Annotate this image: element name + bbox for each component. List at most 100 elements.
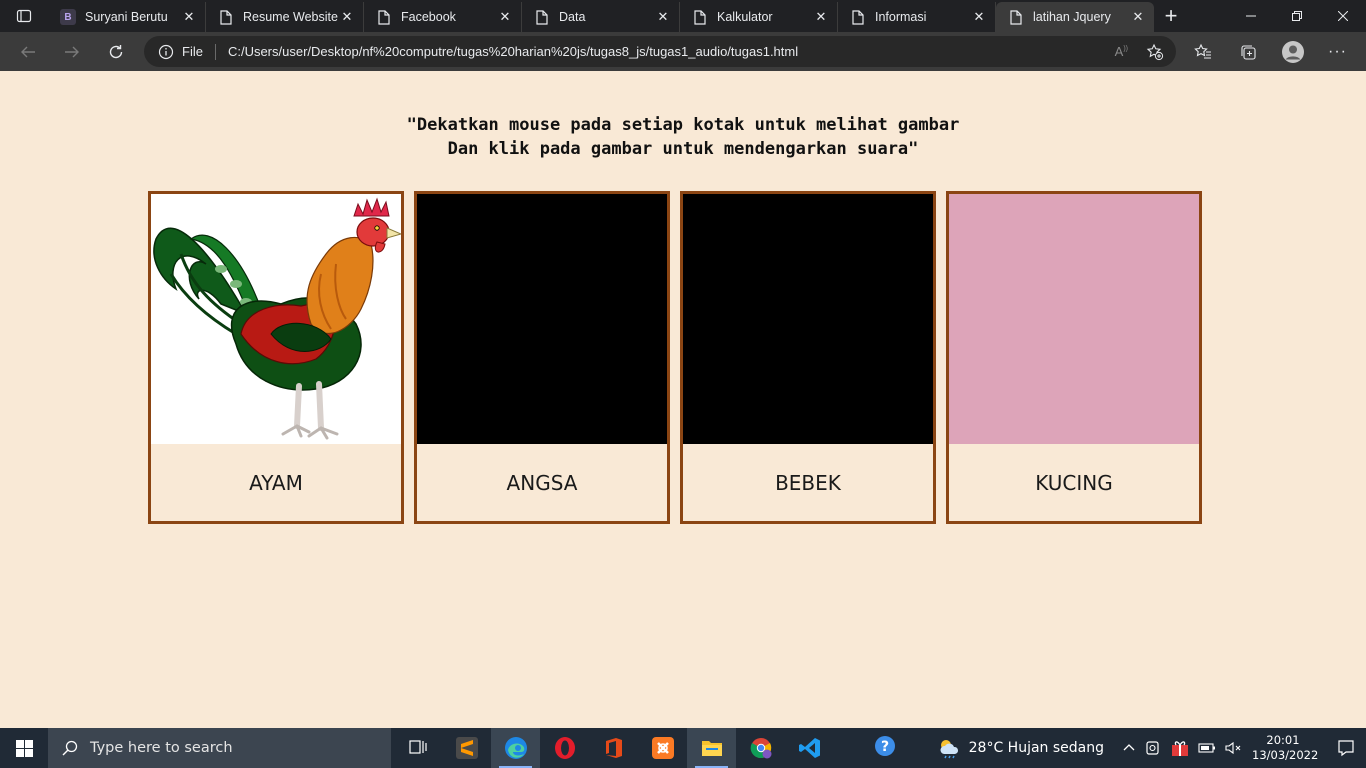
toolbar-right-actions: ··· <box>1180 32 1360 71</box>
tab-suryani-berutu[interactable]: B Suryani Berutu ✕ <box>48 2 206 32</box>
close-icon[interactable]: ✕ <box>813 9 829 25</box>
weather-widget[interactable]: 28°C Hujan sedang <box>937 737 1104 759</box>
info-icon[interactable] <box>158 44 174 60</box>
tab-latihan-jquery[interactable]: latihan Jquery ✕ <box>996 2 1154 32</box>
instruction-line-2: Dan klik pada gambar untuk mendengarkan … <box>447 139 919 159</box>
volume-muted-icon[interactable] <box>1224 741 1242 755</box>
favorites-icon <box>1193 43 1211 59</box>
clock-time: 20:01 <box>1266 733 1300 747</box>
page-icon <box>376 9 392 25</box>
sublime-text-app[interactable] <box>442 728 491 768</box>
search-placeholder: Type here to search <box>90 740 233 756</box>
minimize-button[interactable] <box>1228 0 1274 32</box>
card-label: AYAM <box>249 470 303 495</box>
address-bar-actions: A)) <box>1115 43 1176 61</box>
tab-list: B Suryani Berutu ✕ Resume Website ✕ Face… <box>48 0 1154 32</box>
forward-button[interactable] <box>50 32 94 71</box>
profile-button[interactable] <box>1270 32 1315 71</box>
clock[interactable]: 20:01 13/03/2022 <box>1252 733 1318 763</box>
restore-icon <box>1292 11 1302 21</box>
edge-icon <box>504 737 527 759</box>
opera-icon <box>554 737 575 759</box>
file-explorer-app[interactable] <box>687 728 736 768</box>
refresh-button[interactable] <box>94 32 138 71</box>
kucing-image-hidden[interactable] <box>949 194 1199 444</box>
meet-now-icon[interactable] <box>1144 740 1162 756</box>
opera-app[interactable] <box>540 728 589 768</box>
tab-strip: B Suryani Berutu ✕ Resume Website ✕ Face… <box>0 0 1366 32</box>
instruction-line-1: "Dekatkan mouse pada setiap kotak untuk … <box>406 115 960 135</box>
tab-resume-website[interactable]: Resume Website ✕ <box>206 2 364 32</box>
tab-facebook[interactable]: Facebook ✕ <box>364 2 522 32</box>
close-icon[interactable]: ✕ <box>655 9 671 25</box>
instruction-text: "Dekatkan mouse pada setiap kotak untuk … <box>0 113 1366 161</box>
card-label: KUCING <box>1035 470 1113 495</box>
card-label: BEBEK <box>775 470 841 495</box>
card-ayam[interactable]: AYAM <box>148 191 404 524</box>
back-button[interactable] <box>6 32 50 71</box>
close-window-button[interactable] <box>1320 0 1366 32</box>
taskbar-search-box[interactable]: Type here to search <box>48 728 391 768</box>
collections-button[interactable] <box>1225 32 1270 71</box>
bebek-image-hidden[interactable] <box>683 194 933 444</box>
favorites-button[interactable] <box>1180 32 1225 71</box>
tab-data[interactable]: Data ✕ <box>522 2 680 32</box>
rooster-image[interactable] <box>151 194 401 444</box>
battery-icon[interactable] <box>1198 742 1216 754</box>
notifications-button[interactable] <box>1326 739 1366 757</box>
card-kucing[interactable]: KUCING <box>946 191 1202 524</box>
tab-title: Facebook <box>401 10 456 24</box>
scheme-label: File <box>182 44 203 59</box>
vscode-app[interactable] <box>785 728 834 768</box>
divider <box>214 43 216 60</box>
restore-button[interactable] <box>1274 0 1320 32</box>
weather-text: 28°C Hujan sedang <box>968 740 1104 756</box>
tab-informasi[interactable]: Informasi ✕ <box>838 2 996 32</box>
gift-app-icon[interactable] <box>1170 739 1190 757</box>
back-arrow-icon <box>21 46 35 57</box>
close-icon[interactable]: ✕ <box>497 9 513 25</box>
card-angsa[interactable]: ANGSA <box>414 191 670 524</box>
close-icon[interactable]: ✕ <box>971 9 987 25</box>
page-icon <box>218 9 234 25</box>
angsa-image-hidden[interactable] <box>417 194 667 444</box>
task-view-button[interactable] <box>393 728 442 768</box>
chrome-app[interactable] <box>736 728 785 768</box>
url-text[interactable]: C:/Users/user/Desktop/nf%20computre/tuga… <box>228 44 798 59</box>
page-icon <box>1008 9 1024 25</box>
letter-b-icon: B <box>60 9 76 25</box>
window-controls <box>1228 0 1366 32</box>
office-app[interactable] <box>589 728 638 768</box>
close-icon[interactable]: ✕ <box>1130 9 1146 25</box>
add-favorite-icon[interactable] <box>1146 43 1164 61</box>
help-icon: ? <box>874 736 895 756</box>
tab-kalkulator[interactable]: Kalkulator ✕ <box>680 2 838 32</box>
office-icon <box>605 738 622 758</box>
settings-menu-button[interactable]: ··· <box>1315 32 1360 71</box>
card-bebek[interactable]: BEBEK <box>680 191 936 524</box>
chrome-icon <box>750 738 771 759</box>
weather-cloud-rain-icon <box>940 740 958 759</box>
refresh-icon <box>109 44 123 58</box>
page-icon <box>850 9 866 25</box>
new-tab-button[interactable]: + <box>1154 1 1188 31</box>
help-button[interactable]: ? <box>873 734 897 762</box>
edge-app[interactable] <box>491 728 540 768</box>
avatar-icon <box>1281 40 1304 63</box>
start-button[interactable] <box>0 728 48 768</box>
page-icon <box>534 9 550 25</box>
close-icon[interactable]: ✕ <box>181 9 197 25</box>
tab-actions-icon <box>16 9 32 23</box>
card-label: ANGSA <box>506 470 578 495</box>
tab-actions-button[interactable] <box>0 0 48 32</box>
notification-icon <box>1338 740 1354 757</box>
address-bar[interactable]: File C:/Users/user/Desktop/nf%20computre… <box>144 36 1176 67</box>
close-icon[interactable]: ✕ <box>339 9 355 25</box>
page-content: "Dekatkan mouse pada setiap kotak untuk … <box>0 71 1366 728</box>
folder-icon <box>701 741 722 756</box>
xampp-app[interactable] <box>638 728 687 768</box>
chevron-up-icon[interactable] <box>1122 741 1136 755</box>
minimize-icon <box>1246 15 1256 17</box>
read-aloud-icon[interactable]: A)) <box>1115 44 1128 59</box>
page-icon <box>692 9 708 25</box>
